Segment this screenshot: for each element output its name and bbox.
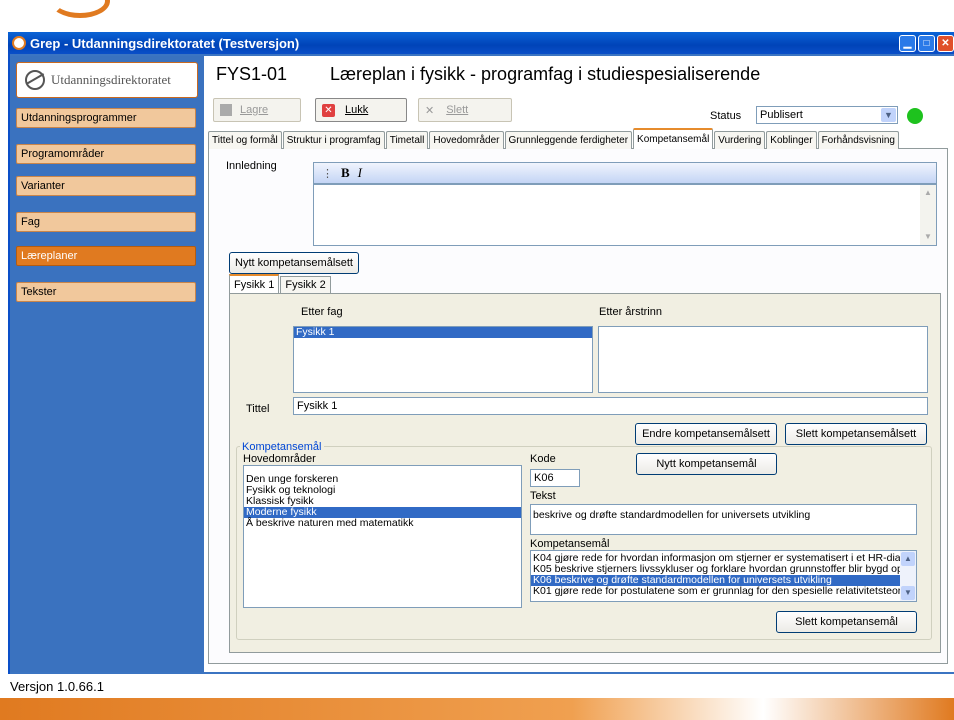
delete-icon: ✕ [425, 104, 435, 117]
sidebar-item-varianter[interactable]: Varianter [16, 176, 196, 196]
goals-group-label: Kompetansemål [240, 441, 324, 453]
sidebar-item-utdanningsprogrammer[interactable]: Utdanningsprogrammer [16, 108, 196, 128]
goal-list[interactable]: K04 gjøre rede for hvordan informasjon o… [530, 550, 917, 602]
list-item[interactable]: Å beskrive naturen med matematikk [244, 518, 521, 529]
introduction-editor[interactable]: ▲ ▼ [313, 184, 937, 246]
goal-list-scrollbar[interactable]: ▲ ▼ [900, 551, 916, 601]
tab-fysikk-1[interactable]: Fysikk 1 [229, 274, 280, 293]
delete-button[interactable]: ✕ Slett [418, 98, 512, 122]
bottom-band [0, 698, 954, 720]
after-grade-label: Etter årstrinn [599, 306, 662, 318]
list-item[interactable]: K06 beskrive og drøfte standardmodellen … [531, 575, 900, 586]
italic-button[interactable]: I [358, 165, 362, 181]
list-item[interactable]: K05 beskrive stjerners livssykluser og f… [531, 564, 900, 575]
close-button[interactable]: ✕ Lukk [315, 98, 407, 122]
status-label: Status [710, 110, 742, 122]
scroll-up-icon[interactable]: ▲ [901, 552, 915, 566]
text-input[interactable]: beskrive og drøfte standardmodellen for … [530, 504, 917, 535]
tab-hovedomrader[interactable]: Hovedområder [429, 131, 504, 149]
sidebar-item-laereplaner[interactable]: Læreplaner [16, 246, 196, 266]
save-icon [220, 104, 232, 116]
maximize-icon[interactable]: □ [918, 34, 935, 52]
editor-toolbar: ⋮ B I [313, 162, 937, 184]
tab-timetall[interactable]: Timetall [385, 131, 429, 149]
list-item[interactable]: K04 gjøre rede for hvordan informasjon o… [531, 553, 900, 564]
delete-goal-button[interactable]: Slett kompetansemål [776, 611, 917, 633]
bold-button[interactable]: B [341, 165, 350, 181]
scroll-down-icon[interactable]: ▼ [901, 586, 915, 600]
editor-scrollbar[interactable]: ▲ ▼ [920, 185, 936, 245]
list-item[interactable]: K01 gjøre rede for postulatene som er gr… [531, 586, 900, 597]
tab-grunnleggende[interactable]: Grunnleggende ferdigheter [504, 131, 633, 149]
udir-logo-icon [25, 70, 45, 90]
background-header [0, 0, 954, 28]
status-indicator [907, 108, 923, 124]
background-logo-icon [50, 0, 110, 18]
title-input[interactable]: Fysikk 1 [293, 397, 928, 415]
tab-tittel-og-formal[interactable]: Tittel og formål [208, 131, 282, 149]
sidebar-item-programomrader[interactable]: Programområder [16, 144, 196, 164]
main-areas-label: Hovedområder [243, 453, 316, 465]
minimize-icon[interactable]: ▁ [899, 34, 916, 52]
scroll-down-icon[interactable]: ▼ [921, 230, 935, 244]
tab-vurdering[interactable]: Vurdering [714, 131, 766, 149]
edit-goal-set-button[interactable]: Endre kompetansemålsett [635, 423, 777, 445]
logo-text: Utdanningsdirektoratet [51, 72, 171, 87]
title-label: Tittel [246, 403, 270, 415]
tab-fysikk-2[interactable]: Fysikk 2 [280, 276, 331, 293]
scroll-up-icon[interactable]: ▲ [921, 186, 935, 200]
text-label: Tekst [530, 490, 556, 502]
new-goal-set-button[interactable]: Nytt kompetansemålsett [229, 252, 359, 274]
main-areas-list[interactable]: Den unge forskeren Fysikk og teknologi K… [243, 465, 522, 608]
goal-set-tabs: Fysikk 1 Fysikk 2 [229, 274, 332, 293]
tab-bar: Tittel og formål Struktur i programfag T… [208, 128, 900, 150]
app-icon [12, 36, 26, 50]
toolbar-grip-icon: ⋮ [322, 167, 333, 180]
close-x-icon: ✕ [322, 103, 335, 117]
after-grade-list[interactable] [598, 326, 928, 393]
delete-goal-set-button[interactable]: Slett kompetansemålsett [785, 423, 927, 445]
version-label: Versjon 1.0.66.1 [10, 679, 104, 694]
page-title: Læreplan i fysikk - programfag i studies… [330, 64, 761, 84]
sidebar-item-fag[interactable]: Fag [16, 212, 196, 232]
window-title: Grep - Utdanningsdirektoratet (Testversj… [30, 35, 300, 51]
code-label: Kode [530, 453, 556, 465]
after-subject-list[interactable]: Fysikk 1 [293, 326, 593, 393]
tab-kompetansemal[interactable]: Kompetansemål [633, 128, 714, 149]
after-subject-label: Etter fag [301, 306, 343, 318]
chevron-down-icon[interactable]: ▼ [881, 108, 896, 122]
list-item[interactable]: Fysikk 1 [294, 327, 592, 338]
status-select[interactable]: Publisert ▼ [756, 106, 898, 124]
tab-koblinger[interactable]: Koblinger [766, 131, 817, 149]
sidebar-item-tekster[interactable]: Tekster [16, 282, 196, 302]
new-goal-button[interactable]: Nytt kompetansemål [636, 453, 777, 475]
plan-code: FYS1-01 [216, 64, 288, 84]
window-titlebar[interactable]: Grep - Utdanningsdirektoratet (Testversj… [8, 32, 954, 54]
code-input[interactable]: K06 [530, 469, 580, 487]
tab-struktur[interactable]: Struktur i programfag [282, 131, 385, 149]
sidebar-logo: Utdanningsdirektoratet [16, 62, 198, 98]
close-icon[interactable]: ✕ [937, 34, 954, 52]
save-button[interactable]: Lagre [213, 98, 301, 122]
goal-list-label: Kompetansemål [530, 538, 610, 550]
tab-forhandsvisning[interactable]: Forhåndsvisning [817, 131, 899, 149]
status-bar: Versjon 1.0.66.1 [0, 676, 954, 698]
introduction-label: Innledning [226, 160, 277, 172]
